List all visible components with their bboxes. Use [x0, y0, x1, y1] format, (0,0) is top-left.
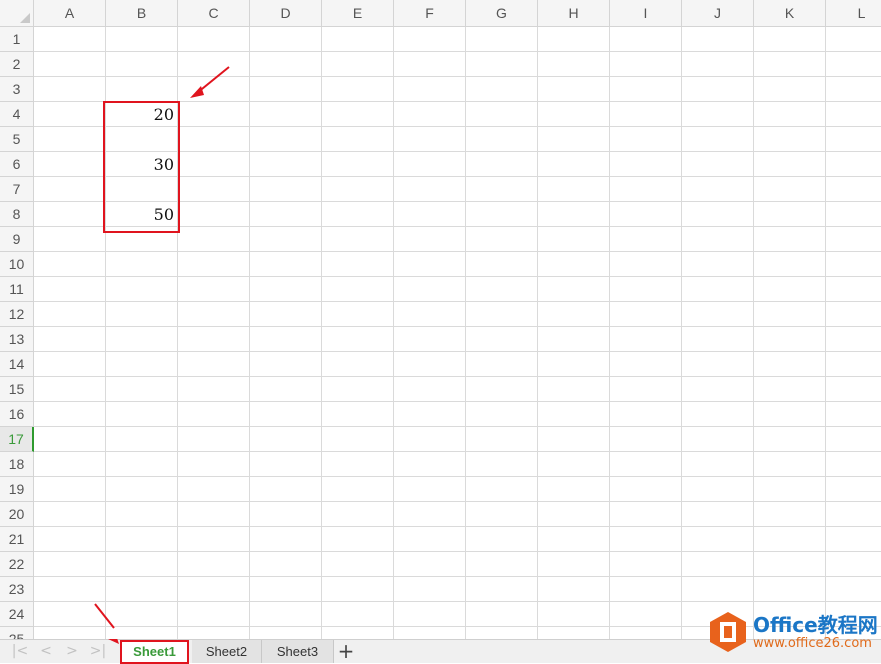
row-header[interactable]: 12: [0, 302, 34, 327]
highlight-box-b4-b8: [103, 101, 180, 233]
row-header[interactable]: 18: [0, 452, 34, 477]
watermark-url: www.office26.com: [753, 636, 872, 651]
first-sheet-nav-icon[interactable]: |<: [8, 640, 32, 663]
row-header[interactable]: 24: [0, 602, 34, 627]
watermark: Office教程网 www.office26.com: [709, 609, 878, 657]
row-header[interactable]: 10: [0, 252, 34, 277]
row-header[interactable]: 21: [0, 527, 34, 552]
column-header-l[interactable]: L: [826, 0, 881, 27]
row-headers: 1 2 3 4 5 6 7 8 9 10 11 12 13 14 15 16 1…: [0, 27, 34, 639]
column-header-i[interactable]: I: [610, 0, 682, 27]
column-header-d[interactable]: D: [250, 0, 322, 27]
column-header-c[interactable]: C: [178, 0, 250, 27]
row-header[interactable]: 4: [0, 102, 34, 127]
row-header-active[interactable]: 17: [0, 427, 34, 452]
row-header[interactable]: 6: [0, 152, 34, 177]
row-header[interactable]: 3: [0, 77, 34, 102]
row-header[interactable]: 20: [0, 502, 34, 527]
row-header[interactable]: 1: [0, 27, 34, 52]
prev-sheet-nav-icon[interactable]: <: [34, 640, 58, 663]
row-header[interactable]: 23: [0, 577, 34, 602]
last-sheet-nav-icon[interactable]: >|: [86, 640, 110, 663]
select-all-corner[interactable]: [0, 0, 34, 27]
row-header[interactable]: 9: [0, 227, 34, 252]
row-header[interactable]: 2: [0, 52, 34, 77]
column-header-e[interactable]: E: [322, 0, 394, 27]
column-headers: A B C D E F G H I J K L: [34, 0, 881, 27]
tab-sheet3[interactable]: Sheet3: [262, 640, 334, 663]
office-logo-icon: [710, 612, 746, 652]
column-header-a[interactable]: A: [34, 0, 106, 27]
row-header[interactable]: 5: [0, 127, 34, 152]
spreadsheet-area: A B C D E F G H I J K L 1 2 3 4 5 6 7 8 …: [0, 0, 881, 639]
tab-sheet1[interactable]: Sheet1: [120, 640, 189, 664]
select-all-icon: [20, 13, 30, 23]
row-header[interactable]: 22: [0, 552, 34, 577]
tab-sheet2[interactable]: Sheet2: [192, 640, 262, 663]
row-header[interactable]: 14: [0, 352, 34, 377]
column-header-b[interactable]: B: [106, 0, 178, 27]
next-sheet-nav-icon[interactable]: >: [60, 640, 84, 663]
row-header[interactable]: 16: [0, 402, 34, 427]
column-header-j[interactable]: J: [682, 0, 754, 27]
add-sheet-button[interactable]: +: [334, 640, 358, 663]
column-header-g[interactable]: G: [466, 0, 538, 27]
row-header[interactable]: 13: [0, 327, 34, 352]
column-header-f[interactable]: F: [394, 0, 466, 27]
row-header[interactable]: 25: [0, 627, 34, 639]
column-header-h[interactable]: H: [538, 0, 610, 27]
row-header[interactable]: 7: [0, 177, 34, 202]
column-header-k[interactable]: K: [754, 0, 826, 27]
row-header[interactable]: 15: [0, 377, 34, 402]
row-header[interactable]: 19: [0, 477, 34, 502]
watermark-brand: Office教程网: [753, 613, 878, 637]
row-header[interactable]: 11: [0, 277, 34, 302]
row-header[interactable]: 8: [0, 202, 34, 227]
